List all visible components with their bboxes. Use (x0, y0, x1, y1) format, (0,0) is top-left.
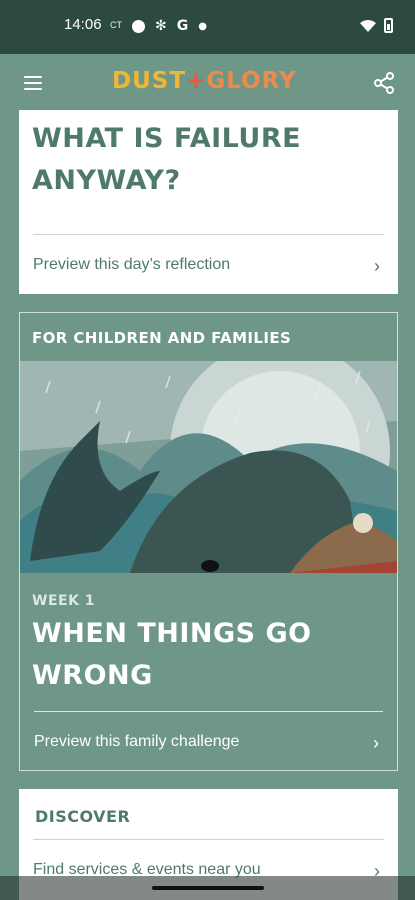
preview-family-label: Preview this family challenge (34, 733, 240, 750)
divider (33, 234, 384, 235)
app-bar: DUST+GLORY (0, 54, 415, 110)
wifi-icon (360, 19, 376, 32)
reflection-card: WHAT IS FAILURE ANYWAY? Preview this day… (19, 110, 398, 294)
week-label: WEEK 1 (32, 593, 96, 609)
dot-icon: ● (198, 20, 207, 32)
whale-illustration (20, 361, 397, 573)
logo-glory: GLORY (206, 68, 297, 94)
battery-icon (384, 18, 393, 33)
discover-heading: DISCOVER (35, 807, 131, 826)
carrier-tag: CT (110, 20, 122, 30)
divider (33, 839, 384, 840)
hamburger-menu-icon[interactable] (24, 76, 42, 90)
divider (34, 711, 383, 712)
app-logo: DUST+GLORY (112, 68, 297, 94)
family-title: WHEN THINGS GO WRONG (32, 618, 312, 691)
chevron-right-icon: › (373, 733, 379, 753)
chevron-right-icon: › (374, 256, 380, 276)
family-card: FOR CHILDREN AND FAMILIES WEEK 1 WHEN TH… (19, 312, 398, 771)
notification-icons: ✻ G ● (132, 18, 207, 34)
share-icon[interactable] (373, 72, 395, 94)
logo-dust: DUST (112, 68, 187, 94)
home-handle[interactable] (152, 886, 264, 890)
gesture-nav-bar (0, 876, 415, 900)
preview-family-challenge-link[interactable]: Preview this family challenge › (34, 733, 383, 753)
logo-plus: + (186, 68, 207, 94)
preview-reflection-link[interactable]: Preview this day’s reflection › (33, 256, 384, 276)
circle-icon (132, 19, 145, 33)
status-time: 14:06 (64, 16, 102, 33)
google-icon: G (176, 18, 189, 34)
preview-reflection-label: Preview this day’s reflection (33, 256, 231, 273)
section-heading: FOR CHILDREN AND FAMILIES (32, 329, 292, 347)
status-bar: 14:06 CT ✻ G ● (0, 0, 415, 54)
settings-icon: ✻ (155, 18, 167, 34)
reflection-title: WHAT IS FAILURE ANYWAY? (32, 123, 302, 196)
